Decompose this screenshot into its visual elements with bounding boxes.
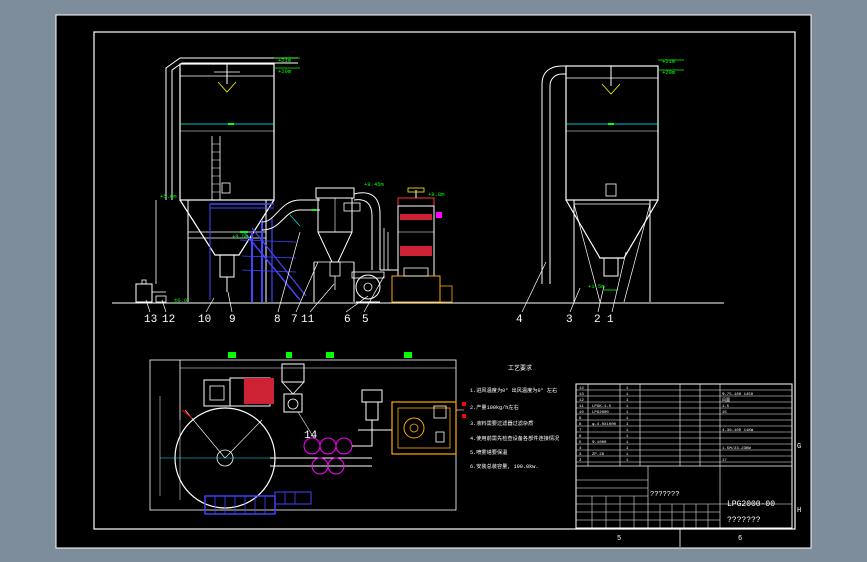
elev-right-top-1: +21m bbox=[662, 58, 676, 65]
part-number: 13 bbox=[144, 314, 157, 326]
parts-table-cell: 10 bbox=[579, 411, 584, 415]
parts-table-cell: 4-36-10D 11KW bbox=[722, 429, 754, 433]
parts-table-cell: 1.5M/23-23KW bbox=[722, 446, 751, 451]
part-number: 7 bbox=[291, 314, 298, 326]
zone-letter-g: G bbox=[797, 443, 801, 451]
elev-left-low: +5.0m bbox=[160, 193, 177, 200]
elev-right-top-2: +20m bbox=[662, 69, 676, 76]
parts-table-cell: 13 bbox=[579, 393, 584, 397]
parts-table-cell: 11 bbox=[579, 405, 584, 409]
parts-table-cell: Φ-1000 bbox=[592, 440, 607, 445]
parts-table-cell: 12 bbox=[579, 399, 584, 403]
part-number: 1 bbox=[607, 314, 614, 326]
part-number: 6 bbox=[344, 314, 351, 326]
drawing-canvas: 5 6 G H +21m +20m +9.5m +5.0m +8.45m +8.… bbox=[55, 14, 812, 549]
cad-viewport[interactable]: 5 6 G H +21m +20m +9.5m +5.0m +8.45m +8.… bbox=[0, 0, 867, 562]
part-number: 10 bbox=[198, 314, 211, 326]
note-line: 6.安装总装容量, 190.0kw. bbox=[470, 462, 538, 470]
part-number: 12 bbox=[162, 314, 175, 326]
note-line: 1.进风温度为0° 出风温度为0° 左右 bbox=[470, 386, 557, 394]
title-placeholder-main: ??????? bbox=[650, 491, 679, 499]
part-number: 3 bbox=[566, 314, 573, 326]
note-line: 5.喷雾塔要保温 bbox=[470, 448, 507, 456]
zone-number-6: 6 bbox=[738, 535, 742, 543]
drawing-number: LPG2000-00 bbox=[727, 500, 775, 509]
elev-ground: ±0.0 bbox=[174, 297, 187, 304]
part-number: 11 bbox=[301, 314, 315, 326]
elev-left-top-2: +20m bbox=[278, 68, 292, 75]
zone-letter-h: H bbox=[797, 507, 801, 515]
elev-cyclone: +8.45m bbox=[364, 181, 385, 188]
parts-table-cell: Φ-75-180 1450 bbox=[722, 392, 754, 397]
note-line: 4.使用前需先检查设备各部件连接情况 bbox=[470, 434, 560, 442]
parts-table-cell: 15 bbox=[722, 411, 727, 415]
parts-table-cell: 1.5 bbox=[722, 405, 730, 409]
parts-table-cell: LPG2000 bbox=[592, 411, 609, 415]
title-placeholder-sub: ??????? bbox=[727, 516, 761, 525]
elev-right-low: +1.5m bbox=[588, 283, 605, 290]
part-number: 2 bbox=[594, 314, 601, 326]
parts-table-cell: ZP-28 bbox=[592, 453, 605, 457]
elev-left-mid: +9.5m bbox=[232, 233, 249, 240]
elev-left-top-1: +21m bbox=[278, 57, 292, 64]
parts-table-cell: LPGK-1.5 bbox=[592, 405, 612, 409]
part-number: 8 bbox=[274, 314, 281, 326]
note-line: 2.产量100kg/h左右 bbox=[470, 403, 519, 411]
note-line: 3.液料需要过滤器过滤杂质 bbox=[470, 419, 533, 427]
elev-scrubber: +8.8m bbox=[428, 191, 445, 198]
part-number: 5 bbox=[362, 314, 369, 326]
parts-table-cell: φ-4.0X1000 bbox=[592, 423, 617, 427]
notes-heading: 工艺要求 bbox=[508, 364, 532, 372]
part-number: 9 bbox=[229, 314, 236, 326]
zone-number-5: 5 bbox=[617, 535, 621, 543]
parts-table-cell: 14 bbox=[579, 387, 584, 391]
sheet-outer bbox=[56, 15, 811, 548]
parts-table-cell: 17 bbox=[722, 459, 727, 463]
part-number: 4 bbox=[516, 314, 523, 326]
plan-part-number: 14 bbox=[304, 430, 318, 442]
